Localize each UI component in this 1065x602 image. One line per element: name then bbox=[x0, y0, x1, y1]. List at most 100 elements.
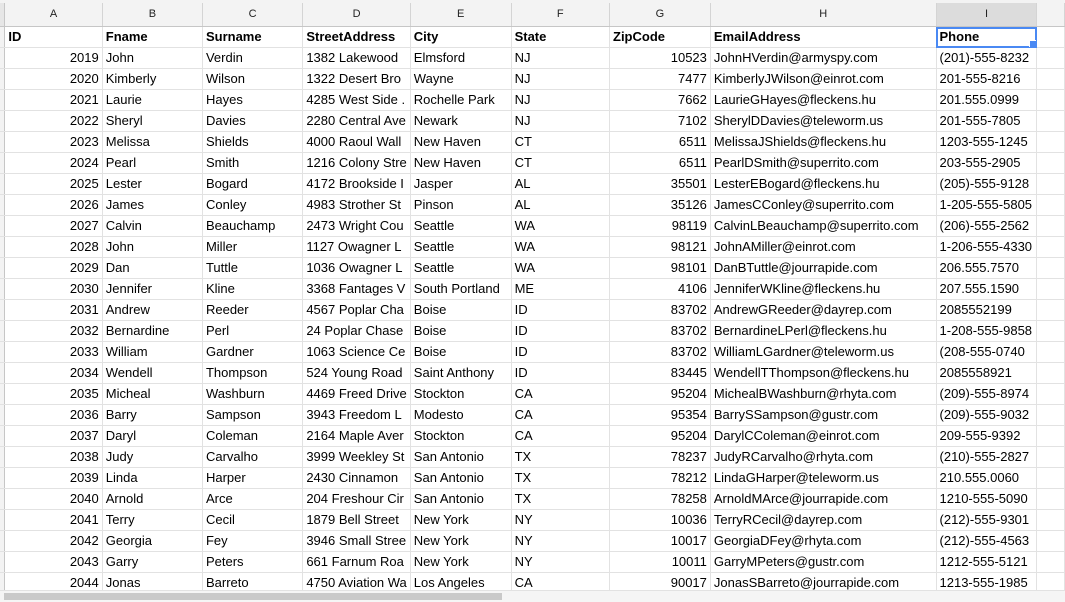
cell-emailaddress[interactable]: MelissaJShields@fleckens.hu bbox=[710, 131, 937, 153]
cell-phone[interactable]: 203-555-2905 bbox=[936, 152, 1038, 174]
header-cell-zipcode[interactable]: ZipCode bbox=[609, 26, 711, 48]
cell-zipcode[interactable]: 10036 bbox=[609, 509, 711, 531]
cell-empty[interactable] bbox=[1036, 446, 1065, 468]
cell-empty[interactable] bbox=[1036, 110, 1065, 132]
cell-id[interactable]: 2044 bbox=[4, 572, 103, 590]
cell-state[interactable]: CA bbox=[511, 404, 611, 426]
cell-empty[interactable] bbox=[1036, 68, 1065, 90]
cell-state[interactable]: WA bbox=[511, 215, 611, 237]
cell-surname[interactable]: Davies bbox=[202, 110, 304, 132]
cell-streetaddress[interactable]: 1127 Owagner L bbox=[302, 236, 411, 258]
cell-streetaddress[interactable]: 204 Freshour Cir bbox=[302, 488, 411, 510]
cell-emailaddress[interactable]: GeorgiaDFey@rhyta.com bbox=[710, 530, 937, 552]
cell-empty[interactable] bbox=[1036, 89, 1065, 111]
cell-state[interactable]: AL bbox=[511, 194, 611, 216]
cell-city[interactable]: Saint Anthony bbox=[410, 362, 512, 384]
cell-phone[interactable]: 1-205-555-5805 bbox=[936, 194, 1038, 216]
column-header-h[interactable]: H bbox=[710, 3, 937, 27]
cell-zipcode[interactable]: 10523 bbox=[609, 47, 711, 69]
cell-zipcode[interactable]: 7662 bbox=[609, 89, 711, 111]
cell-surname[interactable]: Conley bbox=[202, 194, 304, 216]
cell-phone[interactable]: 1203-555-1245 bbox=[936, 131, 1038, 153]
cell-zipcode[interactable]: 95204 bbox=[609, 383, 711, 405]
cell-fname[interactable]: Barry bbox=[102, 404, 203, 426]
cell-phone[interactable]: 201-555-8216 bbox=[936, 68, 1038, 90]
cell-zipcode[interactable]: 78237 bbox=[609, 446, 711, 468]
cell-city[interactable]: South Portland bbox=[410, 278, 512, 300]
cell-streetaddress[interactable]: 1382 Lakewood bbox=[302, 47, 411, 69]
cell-emailaddress[interactable]: PearlDSmith@superrito.com bbox=[710, 152, 937, 174]
cell-id[interactable]: 2039 bbox=[4, 467, 103, 489]
cell-surname[interactable]: Gardner bbox=[202, 341, 304, 363]
cell-surname[interactable]: Perl bbox=[202, 320, 304, 342]
cell-emailaddress[interactable]: DanBTuttle@jourrapide.com bbox=[710, 257, 937, 279]
cell-empty[interactable] bbox=[1036, 215, 1065, 237]
cell-state[interactable]: NY bbox=[511, 530, 611, 552]
cell-emailaddress[interactable]: LindaGHarper@teleworm.us bbox=[710, 467, 937, 489]
cell-city[interactable]: Seattle bbox=[410, 257, 512, 279]
cell-empty[interactable] bbox=[1036, 551, 1065, 573]
cell-surname[interactable]: Washburn bbox=[202, 383, 304, 405]
cell-streetaddress[interactable]: 4983 Strother St bbox=[302, 194, 411, 216]
cell-emailaddress[interactable]: JenniferWKline@fleckens.hu bbox=[710, 278, 937, 300]
header-cell-id[interactable]: ID bbox=[4, 26, 103, 48]
cell-streetaddress[interactable]: 4750 Aviation Wa bbox=[302, 572, 411, 590]
cell-zipcode[interactable]: 7477 bbox=[609, 68, 711, 90]
cell-fname[interactable]: Arnold bbox=[102, 488, 203, 510]
cell-phone[interactable]: 201.555.0999 bbox=[936, 89, 1038, 111]
cell-city[interactable]: Pinson bbox=[410, 194, 512, 216]
cell-surname[interactable]: Harper bbox=[202, 467, 304, 489]
cell-surname[interactable]: Sampson bbox=[202, 404, 304, 426]
cell-streetaddress[interactable]: 3368 Fantages V bbox=[302, 278, 411, 300]
cell-zipcode[interactable]: 6511 bbox=[609, 131, 711, 153]
cell-city[interactable]: New York bbox=[410, 530, 512, 552]
cell-phone[interactable]: 2085558921 bbox=[936, 362, 1038, 384]
cell-phone[interactable]: 209-555-9392 bbox=[936, 425, 1038, 447]
cell-phone[interactable]: (209)-555-8974 bbox=[936, 383, 1038, 405]
cell-empty[interactable] bbox=[1036, 194, 1065, 216]
fill-handle[interactable] bbox=[1029, 40, 1036, 47]
cell-surname[interactable]: Beauchamp bbox=[202, 215, 304, 237]
cell-fname[interactable]: Calvin bbox=[102, 215, 203, 237]
cell-surname[interactable]: Verdin bbox=[202, 47, 304, 69]
cell-city[interactable]: Newark bbox=[410, 110, 512, 132]
cell-streetaddress[interactable]: 661 Farnum Roa bbox=[302, 551, 411, 573]
cell-streetaddress[interactable]: 4469 Freed Drive bbox=[302, 383, 411, 405]
cell-fname[interactable]: Kimberly bbox=[102, 68, 203, 90]
cell-id[interactable]: 2030 bbox=[4, 278, 103, 300]
cell-emailaddress[interactable]: WendellTThompson@fleckens.hu bbox=[710, 362, 937, 384]
cell-fname[interactable]: Micheal bbox=[102, 383, 203, 405]
cell-zipcode[interactable]: 98119 bbox=[609, 215, 711, 237]
cell-fname[interactable]: Andrew bbox=[102, 299, 203, 321]
cell-fname[interactable]: John bbox=[102, 47, 203, 69]
cell-emailaddress[interactable]: JudyRCarvalho@rhyta.com bbox=[710, 446, 937, 468]
cell-fname[interactable]: Jonas bbox=[102, 572, 203, 590]
cell-streetaddress[interactable]: 1063 Science Ce bbox=[302, 341, 411, 363]
cell-id[interactable]: 2040 bbox=[4, 488, 103, 510]
cell-empty[interactable] bbox=[1036, 341, 1065, 363]
cell-surname[interactable]: Cecil bbox=[202, 509, 304, 531]
cell-empty[interactable] bbox=[1036, 572, 1065, 590]
cell-id[interactable]: 2038 bbox=[4, 446, 103, 468]
cell-zipcode[interactable]: 4106 bbox=[609, 278, 711, 300]
cell-surname[interactable]: Carvalho bbox=[202, 446, 304, 468]
cell-state[interactable]: NY bbox=[511, 509, 611, 531]
header-cell-emailaddress[interactable]: EmailAddress bbox=[710, 26, 937, 48]
cell-id[interactable]: 2023 bbox=[4, 131, 103, 153]
cell-phone[interactable]: 1213-555-1985 bbox=[936, 572, 1038, 590]
cell-zipcode[interactable]: 90017 bbox=[609, 572, 711, 590]
cell-id[interactable]: 2035 bbox=[4, 383, 103, 405]
cell-surname[interactable]: Hayes bbox=[202, 89, 304, 111]
cell-id[interactable]: 2021 bbox=[4, 89, 103, 111]
cell-phone[interactable]: (212)-555-4563 bbox=[936, 530, 1038, 552]
cell-emailaddress[interactable]: MichealBWashburn@rhyta.com bbox=[710, 383, 937, 405]
cell-fname[interactable]: Lester bbox=[102, 173, 203, 195]
cell-emailaddress[interactable]: LesterEBogard@fleckens.hu bbox=[710, 173, 937, 195]
cell-emailaddress[interactable]: JohnHVerdin@armyspy.com bbox=[710, 47, 937, 69]
cell-phone[interactable]: 207.555.1590 bbox=[936, 278, 1038, 300]
cell-phone[interactable]: 210.555.0060 bbox=[936, 467, 1038, 489]
cell-state[interactable]: CA bbox=[511, 572, 611, 590]
cell-zipcode[interactable]: 10011 bbox=[609, 551, 711, 573]
cell-state[interactable]: NY bbox=[511, 551, 611, 573]
cell-streetaddress[interactable]: 4567 Poplar Cha bbox=[302, 299, 411, 321]
